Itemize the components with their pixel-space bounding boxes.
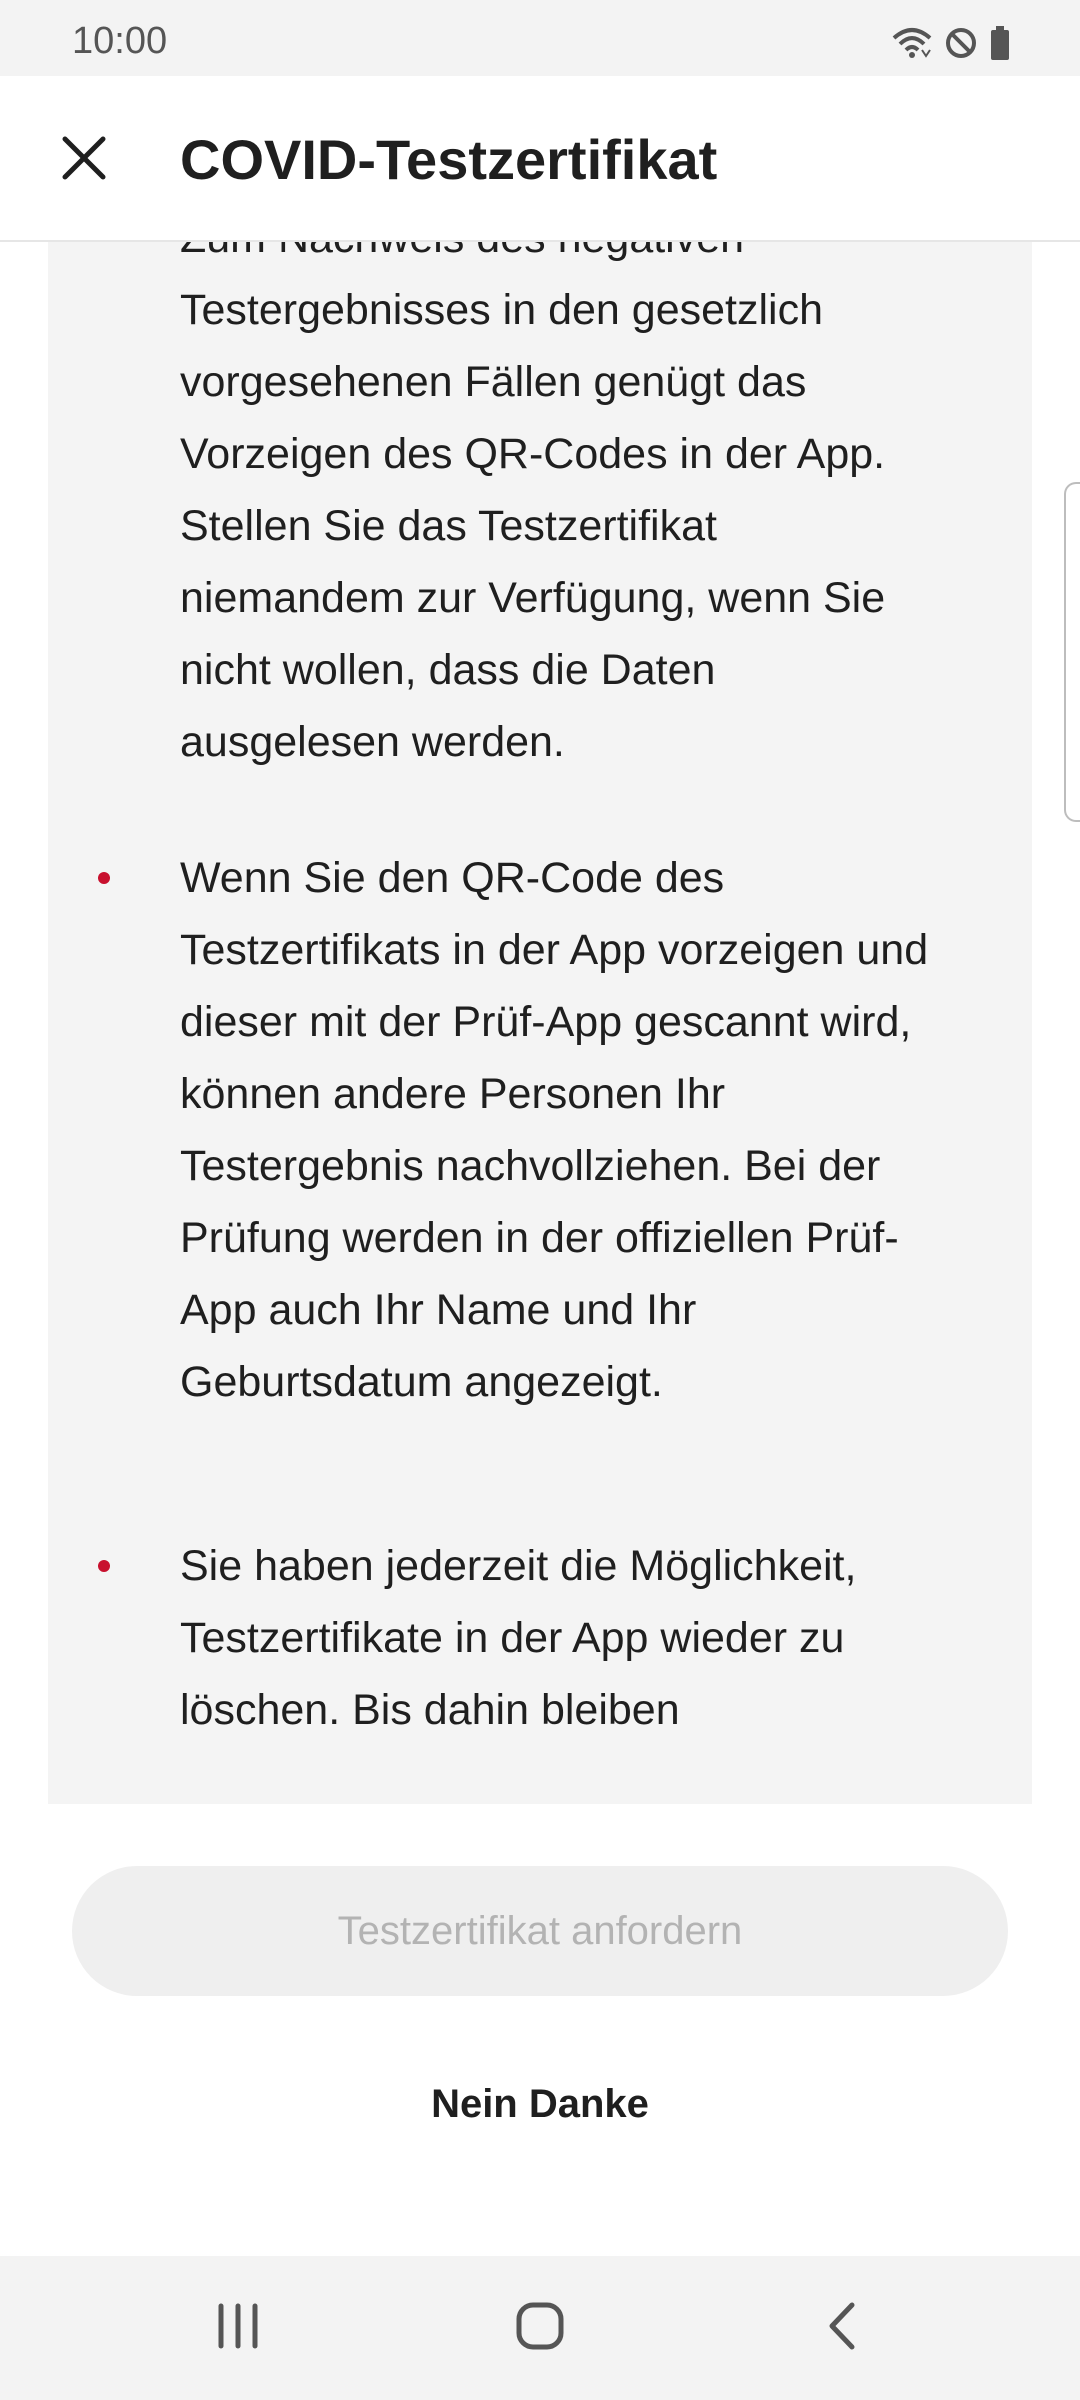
bullet-text: Sie haben jederzeit die Möglichkeit, Tes… <box>180 1542 857 1734</box>
wifi-icon <box>892 26 932 60</box>
back-icon <box>822 2301 862 2356</box>
consent-text-scroll-area[interactable]: Zum Nachweis des negativen Testergebniss… <box>48 242 1032 1804</box>
consent-text-content: Zum Nachweis des negativen Testergebniss… <box>48 242 1032 1746</box>
back-button[interactable] <box>800 2286 884 2370</box>
decline-button[interactable]: Nein Danke <box>340 2064 740 2144</box>
paragraph-qr-code-proof: Zum Nachweis des negativen Testergebniss… <box>48 242 1032 778</box>
status-bar: 10:00 <box>0 0 1080 76</box>
battery-icon <box>990 26 1010 60</box>
bullet-item-verification: Wenn Sie den QR-Code des Testzertifikats… <box>48 842 1032 1418</box>
bullet-text: Wenn Sie den QR-Code des Testzertifikats… <box>180 854 929 1406</box>
request-certificate-button[interactable]: Testzertifikat anfordern <box>72 1866 1008 1996</box>
close-icon <box>61 135 107 186</box>
bullet-item-delete: Sie haben jederzeit die Möglichkeit, Tes… <box>48 1530 1032 1746</box>
app-bar: COVID-Testzertifikat <box>0 76 1080 242</box>
page-title: COVID-Testzertifikat <box>180 128 718 191</box>
home-icon <box>515 2301 565 2356</box>
home-button[interactable] <box>498 2286 582 2370</box>
do-not-disturb-icon <box>944 26 978 60</box>
status-icons <box>892 26 1010 60</box>
action-area: Testzertifikat anfordern Nein Danke <box>0 1804 1080 2256</box>
close-button[interactable] <box>42 118 126 202</box>
edge-panel-handle[interactable] <box>1064 482 1080 822</box>
recent-apps-button[interactable] <box>196 2286 280 2370</box>
paragraph-text: Zum Nachweis des negativen Testergebniss… <box>180 242 886 766</box>
system-nav-bar <box>0 2256 1080 2400</box>
status-time: 10:00 <box>72 20 168 62</box>
recent-apps-icon <box>213 2303 263 2354</box>
bullet-dot <box>98 872 110 884</box>
bullet-dot <box>98 1560 110 1572</box>
